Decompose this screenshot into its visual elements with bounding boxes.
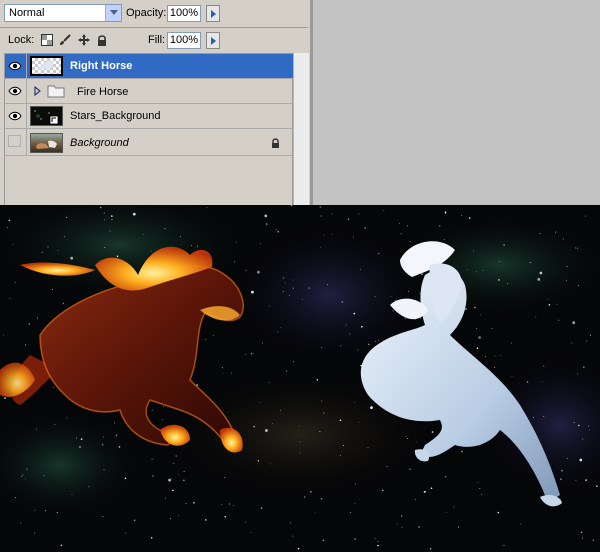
- visibility-toggle-empty[interactable]: [8, 135, 21, 147]
- brush-icon[interactable]: [59, 34, 71, 46]
- arrow-right-icon: [211, 37, 216, 45]
- layer-thumbnail: [30, 106, 63, 126]
- folder-icon: [47, 85, 65, 98]
- layer-stars-background[interactable]: Stars_Background: [5, 104, 293, 129]
- move-icon[interactable]: [78, 34, 90, 46]
- transparency-lock-icon[interactable]: [41, 34, 53, 46]
- arrow-right-icon: [211, 10, 216, 18]
- workspace-background: [313, 0, 600, 205]
- layer-name: Right Horse: [70, 60, 133, 72]
- eye-icon[interactable]: [8, 110, 22, 122]
- opacity-slider-button[interactable]: [206, 5, 220, 22]
- expand-arrow-icon[interactable]: [34, 86, 41, 96]
- layer-group-fire-horse[interactable]: Fire Horse: [5, 79, 293, 104]
- eye-icon[interactable]: [8, 85, 22, 97]
- lock-label: Lock:: [8, 34, 35, 46]
- chevron-down-icon[interactable]: [105, 5, 121, 21]
- eye-icon[interactable]: [8, 60, 22, 72]
- fill-field[interactable]: 100%: [167, 32, 201, 49]
- layer-name: Fire Horse: [77, 86, 129, 98]
- opacity-field[interactable]: 100%: [167, 5, 201, 22]
- blend-opacity-row: Normal Opacity: 100%: [4, 4, 304, 24]
- layers-panel: Normal Opacity: 100% Lock: Fill: 100% Ri…: [0, 0, 313, 205]
- layer-right-horse[interactable]: Right Horse: [5, 54, 293, 79]
- lock-icon[interactable]: [96, 34, 108, 46]
- layers-scrollbar[interactable]: [293, 53, 309, 205]
- layers-list: Right Horse Fire Horse Stars_Background …: [4, 53, 293, 205]
- lock-icon: [272, 138, 279, 148]
- blend-mode-dropdown[interactable]: Normal: [4, 4, 122, 22]
- layer-name: Stars_Background: [70, 110, 161, 122]
- layer-name: Background: [70, 137, 129, 149]
- layer-background[interactable]: Background: [5, 129, 293, 156]
- layer-thumbnail: [30, 56, 63, 76]
- layer-thumbnail: [30, 133, 63, 153]
- document-canvas[interactable]: [0, 205, 600, 552]
- canvas-artwork: [0, 205, 600, 550]
- opacity-label: Opacity:: [126, 7, 167, 19]
- fill-slider-button[interactable]: [206, 32, 220, 49]
- fill-label: Fill:: [148, 34, 166, 46]
- blend-mode-value: Normal: [9, 7, 45, 19]
